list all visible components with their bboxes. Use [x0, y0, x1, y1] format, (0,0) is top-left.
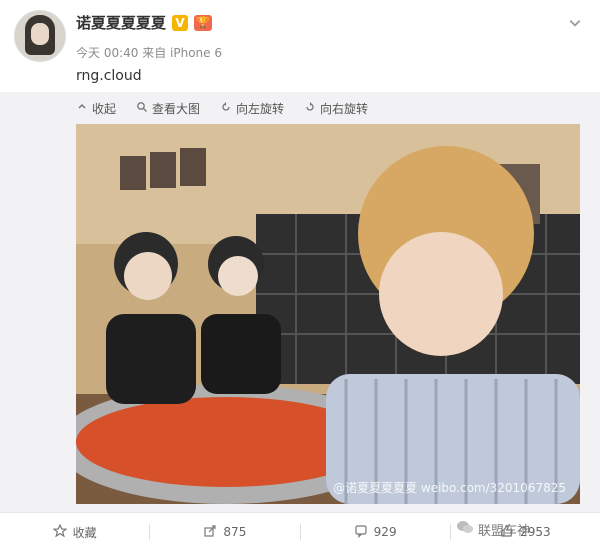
rotate-right-icon [304, 101, 316, 116]
repost-button[interactable]: 875 [150, 524, 299, 541]
favorite-button[interactable]: 收藏 [0, 523, 149, 541]
brand-watermark: 联盟车神 [456, 518, 530, 540]
avatar-face [31, 23, 49, 45]
rotate-left-label: 向左旋转 [236, 102, 285, 116]
view-large-button[interactable]: 查看大图 [136, 100, 200, 117]
post-header: 诺夏夏夏夏夏 V 🏆 今天 00:40 来自 iPhone 6 rng.clou… [0, 0, 600, 92]
verified-badge: V [172, 14, 189, 31]
rotate-left-icon [220, 101, 232, 116]
collapse-button[interactable]: 收起 [76, 100, 116, 117]
repost-count: 875 [223, 525, 247, 539]
share-icon [203, 524, 217, 541]
collapse-label: 收起 [92, 102, 117, 116]
favorite-label: 收藏 [72, 525, 97, 540]
rotate-right-button[interactable]: 向右旋转 [304, 100, 368, 117]
post-photo[interactable]: @诺夏夏夏夏夏 weibo.com/3201067825 [76, 124, 580, 504]
brand-label: 联盟车神 [477, 523, 530, 539]
avatar[interactable] [14, 10, 66, 62]
star-icon [51, 523, 68, 541]
rotate-left-button[interactable]: 向左旋转 [220, 100, 284, 117]
comment-icon [354, 524, 368, 541]
post-meta: 今天 00:40 来自 iPhone 6 [76, 46, 222, 60]
photo-watermark: @诺夏夏夏夏夏 weibo.com/3201067825 [333, 481, 566, 495]
rotate-right-label: 向右旋转 [320, 102, 369, 116]
comment-button[interactable]: 929 [301, 524, 450, 541]
comment-count: 929 [373, 525, 397, 539]
zoom-icon [136, 101, 148, 116]
name-row: 诺夏夏夏夏夏 V 🏆 [76, 12, 213, 33]
collapse-icon [76, 101, 88, 116]
chevron-down-icon[interactable] [568, 16, 582, 30]
post-text: rng.cloud [76, 68, 142, 84]
username[interactable]: 诺夏夏夏夏夏 [76, 12, 166, 33]
selfie-illustration [76, 124, 580, 504]
view-large-label: 查看大图 [152, 102, 201, 116]
wechat-icon [456, 518, 474, 540]
level-badge: 🏆 [194, 14, 213, 31]
media-toolbar: 收起 查看大图 向左旋转 向右旋转 [76, 100, 368, 117]
